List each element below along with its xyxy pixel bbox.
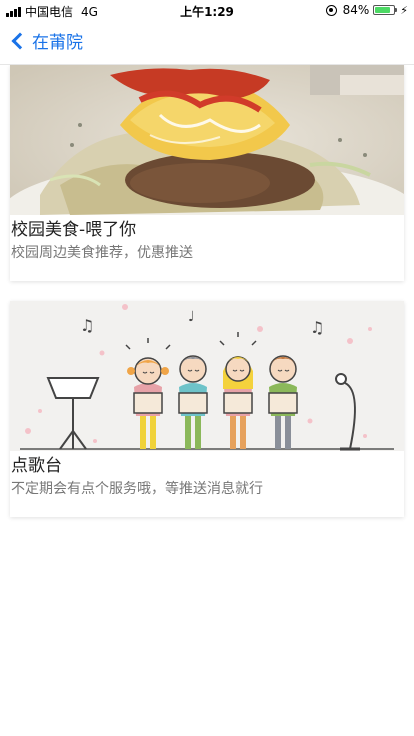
chevron-left-icon [11, 32, 29, 49]
card-description: 不定期会有点个服务哦，等推送消息就行 [11, 481, 263, 497]
svg-text:♫: ♫ [310, 318, 324, 337]
svg-text:♫: ♫ [80, 316, 94, 335]
battery-percent: 84% [342, 3, 370, 17]
nav-bar: 在莆院 [0, 20, 414, 65]
status-right: 84% ⚡ [325, 3, 408, 17]
svg-text:♩: ♩ [188, 309, 195, 325]
orientation-lock-icon [325, 4, 337, 16]
status-bar: 中国电信 4G 上午1:29 84% ⚡ [0, 0, 414, 20]
card-title: 点歌台 [11, 456, 62, 476]
singing-choir-image: ♫ ♩ ♫ [10, 301, 404, 451]
back-button[interactable]: 在莆院 [10, 28, 83, 53]
charging-icon: ⚡ [400, 3, 408, 17]
card-title: 校园美食-喂了你 [11, 220, 137, 240]
back-label: 在莆院 [32, 33, 83, 53]
battery-fill [375, 7, 391, 13]
card-song-request[interactable]: ♫ ♩ ♫ 点歌台 不定期会有点个服务哦，等推送消息就行 [10, 301, 404, 517]
card-description: 校园周边美食推荐，优惠推送 [11, 245, 193, 261]
card-campus-food[interactable]: 校园美食-喂了你 校园周边美食推荐，优惠推送 [10, 65, 404, 281]
food-dish-image [10, 65, 404, 215]
content-scroll[interactable]: 校园美食-喂了你 校园周边美食推荐，优惠推送 ♫ ♩ ♫ 点歌台 不定期会有点个… [0, 65, 414, 736]
battery-icon [373, 5, 398, 15]
